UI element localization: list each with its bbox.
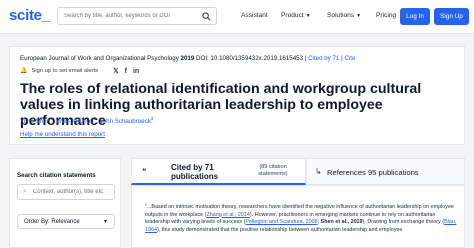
cited-by-title: Cited by 71 publications — [171, 163, 219, 181]
paper-meta: European Journal of Work and Organizatio… — [20, 55, 356, 62]
author-affiliation: 2 — [93, 116, 97, 121]
tab-references[interactable]: ↳ References 95 publications — [306, 158, 465, 185]
nav-solutions-label: Solutions — [327, 12, 355, 19]
nav-product-label: Product — [281, 12, 304, 19]
nav-pricing[interactable]: Pricing — [376, 12, 396, 19]
login-button[interactable]: Log In — [400, 8, 430, 25]
cite-link[interactable]: Cite — [344, 55, 355, 62]
nav-product[interactable]: Product ▼ — [281, 12, 311, 19]
author-affiliation: 3 — [150, 116, 154, 121]
quote-icon: ❝ — [142, 167, 147, 176]
bell-icon: 🔔 — [20, 68, 28, 74]
context-search-input[interactable] — [32, 189, 113, 195]
scite-logo[interactable]: scite_ — [9, 7, 50, 24]
search-box[interactable] — [57, 7, 217, 25]
author-name: Wan-Ju Chou — [56, 118, 94, 126]
email-alert-row[interactable]: 🔔 Sign up to set email alerts — [20, 67, 99, 75]
citation-search-panel: Search citation statements ⌕ Order By: R… — [9, 158, 121, 248]
signup-button[interactable]: Sign Up — [434, 8, 469, 25]
context-search-box[interactable]: ⌕ — [17, 184, 115, 200]
author-link[interactable]: Wan-Ju Chou2 — [56, 116, 97, 126]
chevron-down-icon: ▼ — [305, 13, 311, 19]
chevron-down-icon: ▼ — [103, 218, 108, 225]
citation-snippet: "...Based on intrinsic motivation theory… — [145, 204, 457, 234]
author-name: Yimo Shen — [20, 118, 51, 126]
cited-by-link[interactable]: Cited by 71 — [308, 55, 339, 62]
snippet-text: ), this study demonstrated that the posi… — [157, 226, 403, 233]
share-icons: 𝕏 f in — [113, 67, 139, 76]
author-link[interactable]: Yimo Shen1 — [20, 116, 53, 126]
email-alert-label: Sign up to set email alerts — [31, 67, 99, 74]
search-input[interactable] — [58, 13, 198, 19]
author-link[interactable]: John Schaubroeck3 — [99, 116, 154, 126]
reference-link[interactable]: Zhang et al., 2014 — [206, 212, 249, 218]
search-icon: ⌕ — [23, 188, 27, 195]
facebook-icon[interactable]: f — [125, 68, 127, 75]
tab-cited-by[interactable]: ❝ Cited by 71 publications (89 citation … — [131, 158, 306, 185]
author-affiliation: 1 — [50, 116, 53, 121]
journal-name: European Journal of Work and Organizatio… — [20, 55, 179, 62]
reference-icon: ↳ — [315, 167, 322, 176]
twitter-icon[interactable]: 𝕏 — [113, 67, 119, 75]
references-title: References 95 publications — [327, 168, 419, 177]
nav-assistant[interactable]: Assistant — [241, 12, 268, 19]
order-by-select[interactable]: Order By: Relevance ▼ — [17, 214, 115, 229]
paper-doi: DOI: 10.1080/1359432x.2019.1615453 — [196, 55, 304, 62]
paper-year: 2019 — [180, 55, 195, 62]
order-by-label: Order By: Relevance — [24, 218, 80, 225]
chevron-down-icon: ▼ — [356, 13, 362, 19]
nav-solutions[interactable]: Solutions ▼ — [327, 12, 361, 19]
author-list: Yimo Shen1, Wan-Ju Chou2, John Schaubroe… — [20, 116, 154, 126]
author-name: John Schaubroeck — [99, 118, 151, 126]
reference-link[interactable]: Pellegrini and Scandura, 2008 — [245, 219, 317, 225]
top-navbar: scite_ Assistant Product▼ Solutions▼ Pri… — [0, 0, 474, 34]
snippet-text: ). Drawing from exchange theory ( — [362, 219, 445, 226]
linkedin-icon[interactable]: in — [133, 68, 139, 75]
search-statements-title: Search citation statements — [17, 172, 96, 179]
search-icon[interactable] — [202, 12, 211, 21]
paper-header: European Journal of Work and Organizatio… — [9, 46, 465, 145]
cited-paper-reference: Shen et al., 2019 — [320, 219, 363, 226]
citation-statements-count: (89 citation statements) — [258, 164, 288, 177]
citation-card: "...Based on intrinsic motivation theory… — [131, 185, 465, 248]
help-link[interactable]: Help me understand this report — [20, 131, 105, 138]
